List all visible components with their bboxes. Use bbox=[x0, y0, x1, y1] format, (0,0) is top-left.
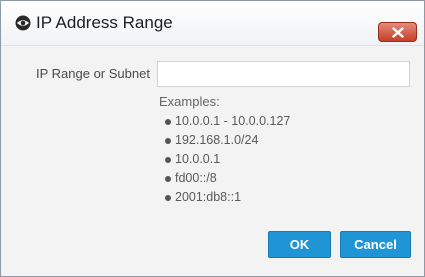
example-item: 10.0.0.1 bbox=[165, 150, 290, 169]
close-icon bbox=[392, 27, 404, 38]
bullet-icon bbox=[165, 156, 171, 163]
title-bar[interactable]: IP Address Range bbox=[1, 1, 424, 46]
ip-range-label: IP Range or Subnet bbox=[36, 66, 150, 81]
bullet-icon bbox=[165, 175, 171, 182]
bullet-icon bbox=[165, 118, 171, 125]
example-item: fd00::/8 bbox=[165, 169, 290, 188]
bullet-icon bbox=[165, 194, 171, 201]
example-text: 10.0.0.1 - 10.0.0.127 bbox=[175, 114, 291, 128]
ok-button[interactable]: OK bbox=[268, 231, 331, 258]
example-text: 192.168.1.0/24 bbox=[175, 133, 259, 147]
bullet-icon bbox=[165, 137, 171, 144]
dialog-title: IP Address Range bbox=[36, 13, 173, 32]
examples-list: 10.0.0.1 - 10.0.0.127 192.168.1.0/24 10.… bbox=[165, 112, 290, 207]
example-text: 10.0.0.1 bbox=[175, 152, 221, 166]
ip-address-range-dialog: IP Address Range IP Range or Subnet Exam… bbox=[0, 0, 425, 277]
dialog-body: IP Range or Subnet Examples: 10.0.0.1 - … bbox=[1, 46, 424, 276]
example-item: 192.168.1.0/24 bbox=[165, 131, 290, 150]
close-button[interactable] bbox=[378, 22, 417, 42]
cancel-button[interactable]: Cancel bbox=[340, 231, 411, 258]
example-text: 2001:db8::1 bbox=[175, 190, 242, 204]
example-text: fd00::/8 bbox=[175, 171, 217, 185]
example-item: 10.0.0.1 - 10.0.0.127 bbox=[165, 112, 290, 131]
example-item: 2001:db8::1 bbox=[165, 188, 290, 207]
examples-heading: Examples: bbox=[159, 94, 220, 109]
eye-icon bbox=[14, 15, 32, 31]
ip-range-input[interactable] bbox=[157, 61, 410, 87]
